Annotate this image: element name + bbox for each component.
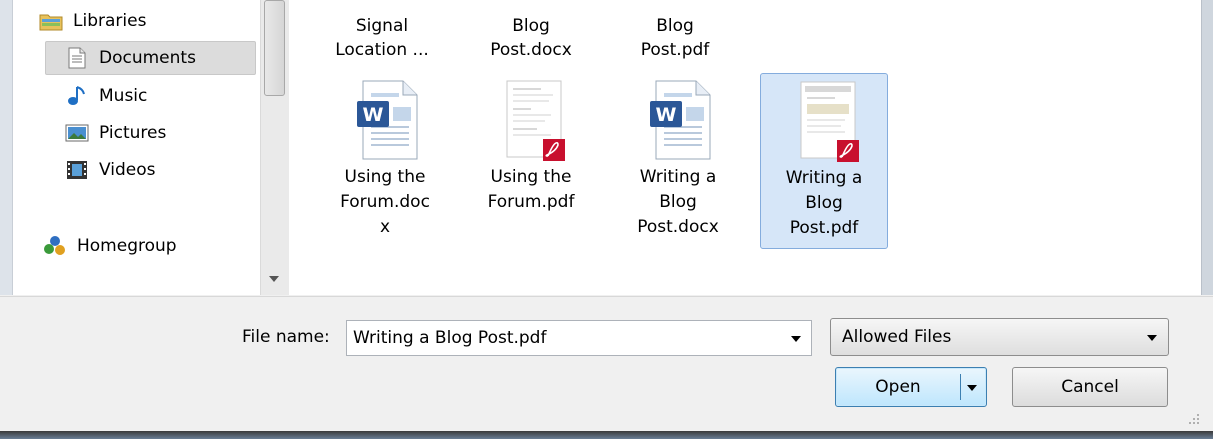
file-item-writing-a-blog-post-docx[interactable]: W Writing a Blog Post.docx: [614, 73, 742, 249]
pictures-icon: [65, 122, 89, 144]
nav-label-homegroup: Homegroup: [77, 236, 177, 256]
window-bottom-border: [0, 431, 1213, 439]
resize-grip-icon[interactable]: [1185, 410, 1201, 426]
scroll-down-arrow-icon[interactable]: [269, 276, 279, 282]
music-icon: [65, 85, 89, 107]
file-name-input[interactable]: [347, 321, 783, 355]
navigation-pane: Libraries Documents Music Pictures Video…: [13, 0, 260, 295]
file-item-using-the-forum-docx[interactable]: W Using the Forum.doc x: [321, 73, 449, 249]
open-button[interactable]: Open: [835, 367, 987, 407]
file-name-dropdown-button[interactable]: [781, 321, 811, 355]
libraries-icon: [39, 10, 63, 32]
pdf-document-icon: [501, 79, 567, 163]
nav-label-libraries: Libraries: [73, 11, 147, 31]
file-type-filter-value: Allowed Files: [842, 327, 952, 347]
nav-label-music: Music: [99, 86, 148, 106]
split-divider: [960, 374, 961, 400]
bottom-panel: File name: Allowed Files Open Cancel: [0, 296, 1213, 432]
open-button-label: Open: [875, 377, 921, 397]
file-name-combobox[interactable]: [346, 320, 812, 356]
svg-text:W: W: [656, 104, 677, 126]
scrollbar-thumb[interactable]: [264, 0, 285, 96]
nav-scrollbar[interactable]: [260, 0, 289, 295]
documents-icon: [65, 47, 89, 69]
file-type-filter-select[interactable]: Allowed Files: [830, 318, 1169, 356]
file-name-partial-2[interactable]: Blog Post.docx: [472, 0, 590, 62]
cancel-button[interactable]: Cancel: [1012, 367, 1168, 407]
nav-item-homegroup[interactable]: Homegroup: [13, 229, 260, 263]
chevron-down-icon: [791, 336, 801, 342]
file-item-writing-a-blog-post-pdf[interactable]: Writing a Blog Post.pdf: [760, 73, 888, 249]
nav-item-videos[interactable]: Videos: [13, 153, 260, 187]
open-dropdown-arrow-icon[interactable]: [967, 385, 977, 391]
pdf-document-icon: [795, 80, 861, 164]
dialog-left-edge: [0, 0, 13, 295]
file-name-partial-1[interactable]: Signal Location ...: [323, 0, 441, 62]
file-name-label: File name:: [242, 327, 330, 347]
homegroup-icon: [43, 235, 67, 257]
nav-item-music[interactable]: Music: [13, 79, 260, 113]
open-file-dialog: Libraries Documents Music Pictures Video…: [0, 0, 1213, 439]
file-name-partial-3[interactable]: Blog Post.pdf: [616, 0, 734, 62]
dialog-right-edge: [1201, 0, 1213, 295]
word-document-icon: W: [355, 79, 421, 163]
cancel-button-label: Cancel: [1061, 377, 1119, 397]
nav-item-pictures[interactable]: Pictures: [13, 116, 260, 150]
file-item-using-the-forum-pdf[interactable]: Using the Forum.pdf: [467, 73, 595, 249]
nav-label-pictures: Pictures: [99, 123, 167, 143]
chevron-down-icon: [1147, 335, 1157, 341]
videos-icon: [65, 159, 89, 181]
svg-text:W: W: [363, 104, 384, 126]
nav-label-documents: Documents: [99, 48, 196, 68]
file-list-view: Signal Location ... Blog Post.docx Blog …: [289, 0, 1201, 295]
nav-item-libraries[interactable]: Libraries: [13, 4, 260, 38]
word-document-icon: W: [648, 79, 714, 163]
nav-item-documents[interactable]: Documents: [13, 41, 260, 75]
nav-label-videos: Videos: [99, 160, 156, 180]
